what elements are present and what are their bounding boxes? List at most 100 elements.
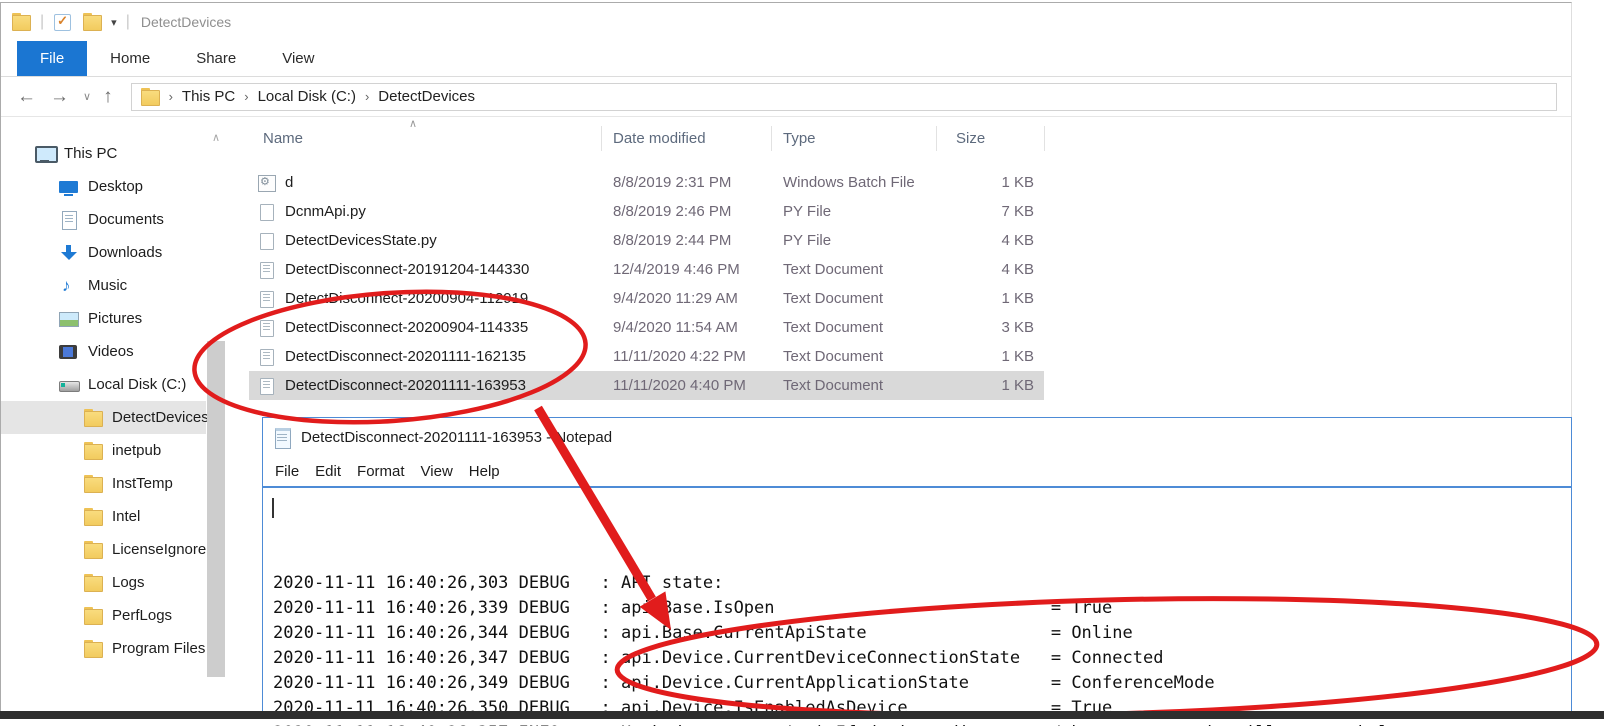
log-line: 2020-11-11 16:40:26,349 DEBUG : api.Devi… — [273, 671, 1571, 696]
file-type: Text Document — [783, 348, 883, 365]
sidebar-item-label: Downloads — [88, 244, 162, 261]
tab-share[interactable]: Share — [173, 41, 259, 76]
file-row[interactable]: DetectDisconnect-20200904-112919 9/4/202… — [249, 284, 1044, 313]
sidebar-item[interactable]: Downloads — [1, 236, 206, 269]
folder-icon — [140, 88, 160, 106]
ribbon-tabs: File Home Share View — [1, 41, 1571, 77]
sidebar-item[interactable]: LicenseIgnoreFi — [1, 533, 206, 566]
breadcrumb-detectdevices[interactable]: DetectDevices — [378, 88, 475, 105]
sidebar-item[interactable]: Music — [1, 269, 206, 302]
forward-arrow-icon[interactable]: → — [50, 86, 69, 108]
sidebar-item-label: Documents — [88, 211, 164, 228]
sidebar-item[interactable]: Intel — [1, 500, 206, 533]
breadcrumb-local-disk[interactable]: Local Disk (C:) — [258, 88, 356, 105]
sidebar-item[interactable]: DetectDevices — [1, 401, 206, 434]
menu-view[interactable]: View — [421, 463, 453, 480]
sidebar-item[interactable]: Pictures — [1, 302, 206, 335]
sidebar-item[interactable]: PerfLogs — [1, 599, 206, 632]
menu-file[interactable]: File — [275, 463, 299, 480]
column-header-size[interactable]: Size — [956, 130, 985, 147]
tab-view[interactable]: View — [259, 41, 337, 76]
file-row[interactable]: DetectDisconnect-20201111-162135 11/11/2… — [249, 342, 1044, 371]
separator: | — [40, 13, 44, 31]
scrollbar-up-arrow-icon[interactable]: ∧ — [207, 131, 225, 144]
file-date-modified: 12/4/2019 4:46 PM — [613, 261, 740, 278]
sidebar-item[interactable]: Logs — [1, 566, 206, 599]
folder-icon — [83, 541, 103, 559]
file-name: DetectDevicesState.py — [285, 232, 437, 249]
log-line: 2020-11-11 16:40:26,344 DEBUG : api.Base… — [273, 621, 1571, 646]
column-header-date-modified[interactable]: Date modified — [613, 130, 706, 147]
column-header-type[interactable]: Type — [783, 130, 816, 147]
file-rows: d 8/8/2019 2:31 PM Windows Batch File 1 … — [249, 168, 1573, 400]
breadcrumb-separator: › — [244, 89, 248, 104]
tab-file[interactable]: File — [17, 41, 87, 76]
menu-help[interactable]: Help — [469, 463, 500, 480]
breadcrumb-this-pc[interactable]: This PC — [182, 88, 235, 105]
column-divider[interactable] — [601, 126, 602, 151]
back-arrow-icon[interactable]: ← — [17, 86, 36, 108]
sidebar-item-label: PerfLogs — [112, 607, 172, 624]
recent-locations-chevron-icon[interactable]: ∨ — [83, 90, 91, 103]
sidebar-item[interactable]: Videos — [1, 335, 206, 368]
notepad-title: DetectDisconnect-20201111-163953 - Notep… — [301, 429, 612, 446]
bottom-frame-line — [0, 711, 1604, 719]
file-row[interactable]: d 8/8/2019 2:31 PM Windows Batch File 1 … — [249, 168, 1044, 197]
file-type: Windows Batch File — [783, 174, 915, 191]
notepad-menubar: File Edit Format View Help — [263, 456, 1571, 488]
downloads-icon — [59, 244, 79, 262]
pictures-icon — [59, 310, 79, 328]
file-name: d — [285, 174, 293, 191]
file-name: DcnmApi.py — [285, 203, 366, 220]
sidebar-item-label: Logs — [112, 574, 145, 591]
sidebar-item[interactable]: InstTemp — [1, 467, 206, 500]
notepad-text-area[interactable]: 2020-11-11 16:40:26,303 DEBUG : API stat… — [263, 488, 1571, 726]
file-name: DetectDisconnect-20200904-114335 — [285, 319, 528, 336]
sidebar-item[interactable]: inetpub — [1, 434, 206, 467]
separator: | — [126, 13, 130, 31]
file-name: DetectDisconnect-20191204-144330 — [285, 261, 529, 278]
file-date-modified: 8/8/2019 2:44 PM — [613, 232, 731, 249]
file-row[interactable]: DcnmApi.py 8/8/2019 2:46 PM PY File 7 KB — [249, 197, 1044, 226]
file-text-icon — [257, 377, 277, 395]
file-row[interactable]: DetectDevicesState.py 8/8/2019 2:44 PM P… — [249, 226, 1044, 255]
file-row[interactable]: DetectDisconnect-20191204-144330 12/4/20… — [249, 255, 1044, 284]
sidebar-item[interactable]: Local Disk (C:) — [1, 368, 206, 401]
sidebar-item-label: DetectDevices — [112, 409, 209, 426]
file-size: 3 KB — [939, 319, 1034, 336]
column-header-name[interactable]: Name — [263, 130, 303, 147]
nav-pane-scrollbar[interactable] — [207, 341, 225, 677]
menu-edit[interactable]: Edit — [315, 463, 341, 480]
tab-home[interactable]: Home — [87, 41, 173, 76]
checkbox-quick-access-icon[interactable] — [53, 13, 73, 31]
sidebar-item[interactable]: Documents — [1, 203, 206, 236]
sidebar-item-label: Pictures — [88, 310, 142, 327]
file-name: DetectDisconnect-20201111-163953 — [285, 377, 526, 394]
column-divider[interactable] — [771, 126, 772, 151]
text-cursor — [272, 498, 274, 518]
column-divider[interactable] — [936, 126, 937, 151]
chevron-down-icon[interactable]: ▾ — [111, 16, 117, 29]
sidebar-item-label: Program Files — [112, 640, 205, 657]
sidebar-item[interactable]: Desktop — [1, 170, 206, 203]
file-type: Text Document — [783, 377, 883, 394]
menu-format[interactable]: Format — [357, 463, 405, 480]
file-blank-icon — [257, 232, 277, 250]
file-type: PY File — [783, 232, 831, 249]
column-headers: ∧ Name Date modified Type Size — [249, 119, 1573, 157]
sidebar-item-label: Intel — [112, 508, 140, 525]
file-name: DetectDisconnect-20201111-162135 — [285, 348, 526, 365]
log-line: 2020-11-11 16:40:26,347 DEBUG : api.Devi… — [273, 646, 1571, 671]
file-type: Text Document — [783, 290, 883, 307]
sidebar-item[interactable]: Program Files — [1, 632, 206, 665]
file-row[interactable]: DetectDisconnect-20201111-163953 11/11/2… — [249, 371, 1044, 400]
folder-icon — [83, 409, 103, 427]
sidebar-item[interactable]: This PC — [1, 137, 206, 170]
folder-icon[interactable] — [82, 13, 102, 31]
up-arrow-icon[interactable]: ↑ — [103, 86, 113, 108]
address-breadcrumb-box[interactable]: › This PC › Local Disk (C:) › DetectDevi… — [131, 83, 1557, 111]
file-date-modified: 11/11/2020 4:40 PM — [613, 377, 746, 394]
file-row[interactable]: DetectDisconnect-20200904-114335 9/4/202… — [249, 313, 1044, 342]
folder-icon — [83, 607, 103, 625]
column-divider[interactable] — [1044, 126, 1045, 151]
